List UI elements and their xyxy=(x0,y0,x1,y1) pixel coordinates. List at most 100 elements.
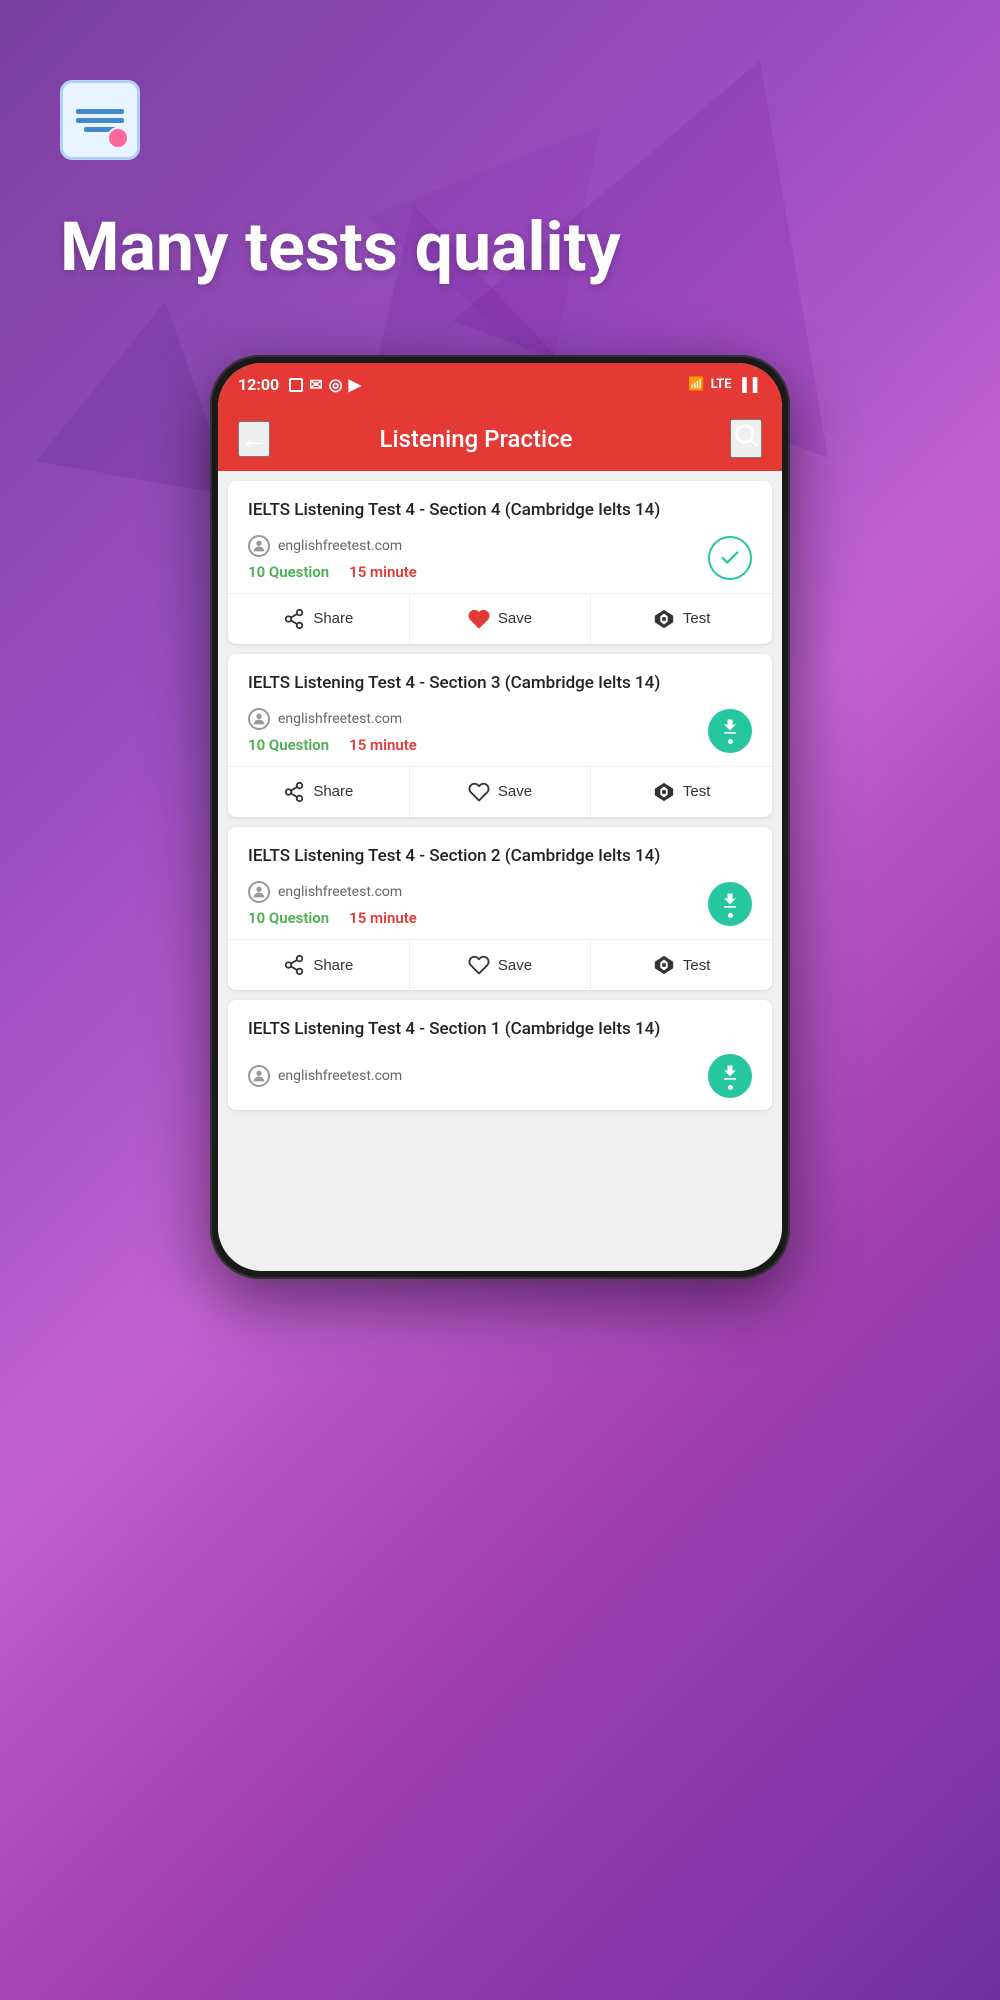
card-3-stats: 10 Question 15 minute xyxy=(248,909,417,927)
battery-icon: ▌ xyxy=(753,377,762,393)
status-square-icon xyxy=(289,378,303,392)
heart-empty-icon-2 xyxy=(468,781,490,803)
person-icon-4 xyxy=(251,1068,267,1084)
card-4-body: IELTS Listening Test 4 - Section 1 (Camb… xyxy=(228,1000,772,1110)
test-button-2[interactable]: Test xyxy=(591,767,772,817)
card-3-meta-left: englishfreetest.com 10 Question 15 minut… xyxy=(248,881,417,927)
card-2-meta-left: englishfreetest.com 10 Question 15 minut… xyxy=(248,708,417,754)
person-icon-3 xyxy=(251,884,267,900)
card-3-title: IELTS Listening Test 4 - Section 2 (Camb… xyxy=(248,845,752,867)
search-button[interactable] xyxy=(730,419,762,458)
card-1-source: englishfreetest.com xyxy=(248,535,417,557)
phone-mockup: 12:00 ✉ ◎ ▶ 📶 LTE ▐ ▌ ← xyxy=(210,355,790,1279)
download-dot-4 xyxy=(728,1085,733,1090)
lte-label: LTE xyxy=(711,377,732,392)
card-4-source: englishfreetest.com xyxy=(248,1065,402,1087)
play-icon: ▶ xyxy=(349,375,361,394)
user-icon-1 xyxy=(248,535,270,557)
person-icon-2 xyxy=(251,711,267,727)
person-icon xyxy=(251,538,267,554)
test-button-3[interactable]: Test xyxy=(591,940,772,990)
checkmark-icon xyxy=(719,547,741,569)
test-label-1: Test xyxy=(683,610,711,627)
save-button-3[interactable]: Save xyxy=(410,940,592,990)
download-arrow-icon-3 xyxy=(720,891,740,911)
share-icon xyxy=(283,608,305,630)
download-icon-3 xyxy=(708,882,752,926)
download-icon-4 xyxy=(708,1054,752,1098)
icon-line-1 xyxy=(76,109,124,114)
back-button[interactable]: ← xyxy=(238,421,270,457)
mail-icon: ✉ xyxy=(309,375,322,394)
signal-icon: ▐ xyxy=(738,377,747,393)
main-title: Many tests quality xyxy=(60,210,940,285)
card-1-time: 15 minute xyxy=(349,563,417,581)
test-label-3: Test xyxy=(683,957,711,974)
icon-badge xyxy=(107,127,129,149)
card-4-meta: englishfreetest.com xyxy=(248,1054,752,1098)
share-button-1[interactable]: Share xyxy=(228,594,410,644)
status-bar: 12:00 ✉ ◎ ▶ 📶 LTE ▐ ▌ xyxy=(218,363,782,407)
download-dot-2 xyxy=(728,739,733,744)
card-1-stats: 10 Question 15 minute xyxy=(248,563,417,581)
share-label-1: Share xyxy=(313,610,353,627)
card-1-meta: englishfreetest.com 10 Question 15 minut… xyxy=(248,535,752,581)
user-icon-4 xyxy=(248,1065,270,1087)
share-button-2[interactable]: Share xyxy=(228,767,410,817)
download-arrow-icon-4 xyxy=(720,1063,740,1083)
card-1-meta-left: englishfreetest.com 10 Question 15 minut… xyxy=(248,535,417,581)
test-icon-1 xyxy=(653,608,675,630)
card-3-meta: englishfreetest.com 10 Question 15 minut… xyxy=(248,881,752,927)
share-button-3[interactable]: Share xyxy=(228,940,410,990)
search-icon xyxy=(732,421,760,449)
app-icon xyxy=(60,80,140,160)
card-1-title: IELTS Listening Test 4 - Section 4 (Camb… xyxy=(248,499,752,521)
user-icon-2 xyxy=(248,708,270,730)
card-1-body: IELTS Listening Test 4 - Section 4 (Camb… xyxy=(228,481,772,593)
card-3-body: IELTS Listening Test 4 - Section 2 (Camb… xyxy=(228,827,772,939)
phone-inner: 12:00 ✉ ◎ ▶ 📶 LTE ▐ ▌ ← xyxy=(218,363,782,1271)
app-bar: ← Listening Practice xyxy=(218,407,782,471)
status-time: 12:00 xyxy=(238,375,279,394)
share-label-2: Share xyxy=(313,783,353,800)
status-bar-right: 📶 LTE ▐ ▌ xyxy=(688,377,762,393)
test-card-3: IELTS Listening Test 4 - Section 2 (Camb… xyxy=(228,827,772,990)
save-button-1[interactable]: Save xyxy=(410,594,592,644)
wifi-icon: 📶 xyxy=(688,377,704,392)
share-label-3: Share xyxy=(313,957,353,974)
location-icon: ◎ xyxy=(329,375,343,394)
test-button-1[interactable]: Test xyxy=(591,594,772,644)
test-card-2: IELTS Listening Test 4 - Section 3 (Camb… xyxy=(228,654,772,817)
test-card-4: IELTS Listening Test 4 - Section 1 (Camb… xyxy=(228,1000,772,1110)
card-3-questions: 10 Question xyxy=(248,909,329,927)
download-arrow-icon xyxy=(720,717,740,737)
card-2-time: 15 minute xyxy=(349,736,417,754)
card-2-actions: Share Save xyxy=(228,766,772,817)
app-bar-title: Listening Practice xyxy=(290,425,662,453)
page-header: Many tests quality xyxy=(0,0,1000,325)
card-2-body: IELTS Listening Test 4 - Section 3 (Camb… xyxy=(228,654,772,766)
save-button-2[interactable]: Save xyxy=(410,767,592,817)
card-2-questions: 10 Question xyxy=(248,736,329,754)
test-icon-3 xyxy=(653,954,675,976)
card-2-title: IELTS Listening Test 4 - Section 3 (Camb… xyxy=(248,672,752,694)
heart-empty-icon-3 xyxy=(468,954,490,976)
card-3-time: 15 minute xyxy=(349,909,417,927)
card-1-questions: 10 Question xyxy=(248,563,329,581)
heart-filled-icon xyxy=(468,608,490,630)
phone-container: 12:00 ✉ ◎ ▶ 📶 LTE ▐ ▌ ← xyxy=(0,355,1000,1279)
status-icons: ✉ ◎ ▶ xyxy=(289,375,361,394)
test-card-1: IELTS Listening Test 4 - Section 4 (Camb… xyxy=(228,481,772,644)
download-dot-3 xyxy=(728,913,733,918)
completed-icon-1 xyxy=(708,536,752,580)
save-label-3: Save xyxy=(498,957,532,974)
test-label-2: Test xyxy=(683,783,711,800)
icon-line-2 xyxy=(76,118,124,123)
test-icon-2 xyxy=(653,781,675,803)
card-2-source: englishfreetest.com xyxy=(248,708,417,730)
card-3-source: englishfreetest.com xyxy=(248,881,417,903)
download-icon-2 xyxy=(708,709,752,753)
card-1-actions: Share Save xyxy=(228,593,772,644)
status-bar-left: 12:00 ✉ ◎ ▶ xyxy=(238,375,361,394)
card-4-title: IELTS Listening Test 4 - Section 1 (Camb… xyxy=(248,1018,752,1040)
